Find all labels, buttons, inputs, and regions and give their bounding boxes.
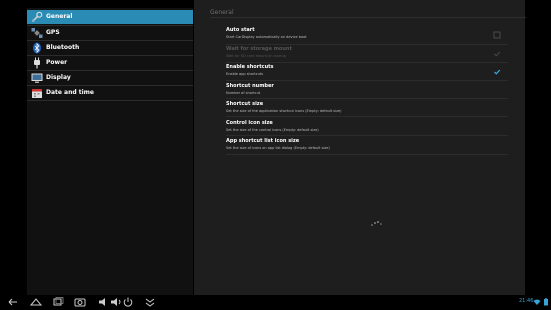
- pref-summary: Enable app shortcuts: [226, 72, 264, 76]
- divider: [226, 154, 508, 155]
- navigation-bar: 21:46: [0, 295, 551, 310]
- clock: 21:46: [519, 298, 534, 304]
- pref-title: App shortcut list icon size: [226, 138, 300, 144]
- auto-start-checkbox[interactable]: [493, 31, 501, 39]
- sidebar-item-label: GPS: [46, 29, 60, 36]
- screenshot-icon[interactable]: [73, 296, 87, 308]
- divider: [226, 116, 508, 117]
- pref-title: Shortcut size: [226, 101, 264, 107]
- collapse-icon[interactable]: [143, 296, 157, 308]
- sidebar-item-label: Power: [46, 59, 68, 66]
- divider: [226, 80, 508, 81]
- sidebar-item-label: General: [46, 13, 73, 20]
- enable-shortcuts-checkbox[interactable]: [493, 68, 501, 76]
- sidebar-item-power[interactable]: Power: [27, 56, 193, 70]
- divider: [226, 135, 508, 136]
- pref-summary: Set the size of the application shortcut…: [226, 109, 342, 113]
- sidebar-item-bluetooth[interactable]: Bluetooth: [27, 41, 193, 55]
- home-icon[interactable]: [29, 296, 43, 308]
- pref-title: Shortcut number: [226, 83, 274, 89]
- sidebar-item-label: Display: [46, 74, 71, 81]
- pref-summary: Number of shortcut: [226, 91, 261, 95]
- pref-title: Auto start: [226, 27, 255, 33]
- bluetooth-icon: [33, 42, 41, 54]
- pref-title: Control icon size: [226, 120, 273, 126]
- wifi-icon: [533, 299, 541, 305]
- pref-summary: Set the size of icons on app list dialog…: [226, 146, 330, 150]
- pref-title: Enable shortcuts: [226, 64, 274, 70]
- monitor-icon: [31, 73, 43, 83]
- section-title: General: [210, 9, 234, 16]
- volume-down-icon[interactable]: [97, 296, 111, 308]
- pref-summary: Start CarDisplay automatically on device…: [226, 35, 307, 39]
- section-divider: [210, 17, 526, 18]
- pref-auto-start[interactable]: Auto start Start CarDisplay automaticall…: [226, 26, 504, 45]
- back-icon[interactable]: [6, 296, 20, 308]
- wrench-icon: [32, 11, 43, 22]
- sidebar-item-date-and-time[interactable]: Date and time: [27, 86, 193, 100]
- sidebar-item-label: Bluetooth: [46, 44, 80, 51]
- satellite-icon: [31, 28, 43, 38]
- recent-apps-icon[interactable]: [51, 296, 65, 308]
- settings-panel: General Auto start Start CarDisplay auto…: [194, 0, 526, 295]
- pref-summary: Wait for SD card mount on startup: [226, 54, 287, 58]
- pref-title: Wait for storage mount: [226, 46, 292, 52]
- wait-for-storage-checkbox: [494, 51, 501, 57]
- sidebar-item-label: Date and time: [46, 89, 95, 96]
- power-icon[interactable]: [121, 296, 135, 308]
- settings-sidebar: General GPS Bluetooth Power Display Date…: [27, 8, 193, 295]
- divider: [27, 100, 193, 101]
- calendar-icon: [32, 89, 42, 98]
- sidebar-item-display[interactable]: Display: [27, 71, 193, 85]
- sidebar-item-gps[interactable]: GPS: [27, 26, 193, 40]
- divider: [226, 98, 508, 99]
- loading-spinner-icon: [371, 221, 382, 226]
- power-plug-icon: [34, 57, 40, 69]
- pref-summary: Set the size of the control icons (Empty…: [226, 128, 319, 132]
- battery-icon: [544, 298, 548, 306]
- sidebar-item-general[interactable]: General: [27, 10, 193, 24]
